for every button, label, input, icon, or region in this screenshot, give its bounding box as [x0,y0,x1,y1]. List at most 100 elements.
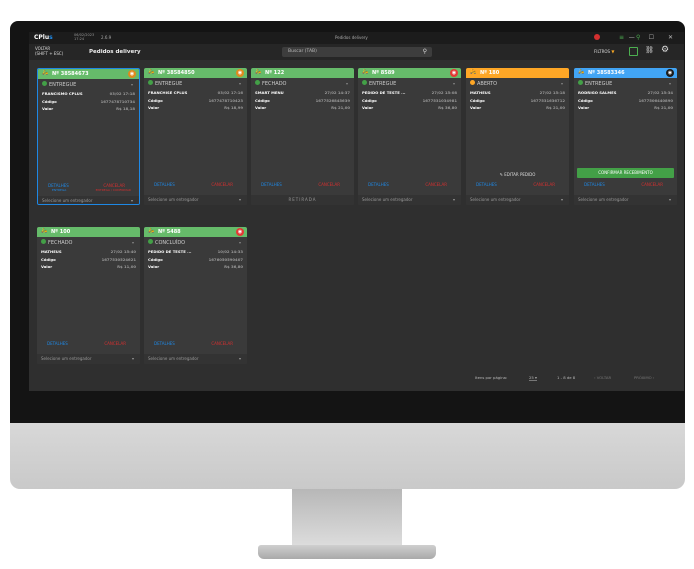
cancel-button[interactable]: CANCELAR [425,182,447,187]
deliverer-select[interactable]: RETIRADA [251,195,354,205]
details-button[interactable]: DETALHES [476,182,497,187]
customer-row: SMART MENU 27/02 14:37 [255,90,350,95]
order-card[interactable]: 🛵 Nº 38583346 ◉ ENTREGUE ▾ RODRIGO SALMES 27/0… [574,68,677,205]
status-label: CONCLUÍDO [155,240,186,246]
chevron-down-icon: ▾ [238,356,241,361]
order-status[interactable]: CONCLUÍDO [148,239,186,246]
cancel-button[interactable]: CANCELAR [318,182,340,187]
status-label: ENTREGUE [49,82,77,88]
per-page-select[interactable]: 25 ▾ [529,375,537,381]
status-icon[interactable]: ≡ [619,34,624,41]
delivery-icon: 🛵 [362,69,369,75]
value-row: Valor R$ 36,80 [148,264,243,269]
order-time: 27/02 15:18 [539,90,565,95]
details-button[interactable]: DETALHES [368,182,389,187]
value-row: Valor R$ 18,99 [148,105,243,110]
edit-order-button[interactable]: ✎ EDITAR PEDIDO [466,172,569,177]
chevron-down-icon[interactable]: ▾ [346,81,348,86]
code-label: Código [42,99,57,104]
filters-button[interactable]: FILTROS ▼ [594,49,614,54]
customer-name: FRANCHISE CPLUS [148,90,188,95]
chevron-down-icon[interactable]: ▾ [239,240,241,245]
deliverer-label: Selecione um entregador [578,197,629,202]
details-button[interactable]: DETALHES [261,182,282,187]
per-page-value: 25 [529,375,534,380]
order-status[interactable]: ENTREGUE [148,80,182,87]
order-card[interactable]: 🛵 Nº 8589 ◉ ENTREGUE ▾ PEDIDO DE TESTE ... 27/… [358,68,461,205]
details-button[interactable]: DETALHES [47,341,68,346]
value-amount: R$ 18,99 [224,105,243,110]
order-status[interactable]: ABERTO [470,80,497,87]
platform-icon: ◉ [236,69,244,77]
deliverer-select[interactable]: Selecione um entregador ▾ [358,195,461,205]
code-value: 1677506440890 [638,98,673,103]
customer-name: PEDIDO DE TESTE ... [148,249,192,254]
cancel-button[interactable]: CANCELAR [641,182,663,187]
window-controls[interactable]: — ☐ ✕ [629,34,679,41]
deliverer-select[interactable]: Selecione um entregador ▾ [466,195,569,205]
deliverer-select[interactable]: Selecione um entregador ▾ [38,196,139,204]
next-page-button[interactable]: PRÓXIMO › [634,375,654,380]
search-input[interactable]: Buscar (TAB) ⚲ [282,47,432,57]
datetime: 06/02/2023 17:24 [74,33,94,41]
version-text: 2.6.9 [101,35,112,40]
order-card[interactable]: 🛵 Nº 38584673 ◉ ENTREGUE ▾ FRANCISMO CPLUS 03/… [37,68,140,205]
customer-row: PEDIDO DE TESTE ... 27/02 15:08 [362,90,457,95]
order-card[interactable]: 🛵 Nº 5488 ◉ CONCLUÍDO ▾ PEDIDO DE TESTE ... 10… [144,227,247,364]
deliverer-select[interactable]: Selecione um entregador ▾ [144,354,247,364]
back-button[interactable]: VOLTAR (SHIFT + ESC) [35,46,63,56]
chevron-down-icon[interactable]: ▾ [453,81,455,86]
value-amount: R$ 18,18 [116,106,135,111]
chevron-down-icon[interactable]: ▾ [132,240,134,245]
deliverer-select[interactable]: Selecione um entregador ▾ [37,354,140,364]
order-card[interactable]: 🛵 Nº 38584850 ◉ ENTREGUE ▾ FRANCHISE CPLUS 03/… [144,68,247,205]
order-card[interactable]: 🛵 Nº 180 ABERTO ▾ MATHEUS 27/02 15:18 Código 16… [466,68,569,205]
cancel-button[interactable]: CANCELAR [533,182,555,187]
code-row: Código 1677531636712 [470,98,565,103]
prev-page-button[interactable]: ‹ VOLTAR [594,375,611,380]
value-amount: R$ 11,00 [117,264,136,269]
order-status[interactable]: FECHADO [41,239,73,246]
cancel-button[interactable]: CANCELAR [211,341,233,346]
deliverer-label: Selecione um entregador [362,197,413,202]
notification-icon[interactable] [594,34,600,40]
delivery-icon: 🛵 [41,228,48,234]
delivery-icon: 🛵 [578,69,585,75]
calendar-icon[interactable] [629,47,638,56]
logo-text: CPlu [34,34,50,41]
deliverer-label: Selecione um entregador [148,197,199,202]
order-card[interactable]: 🛵 Nº 122 FECHADO ▾ SMART MENU 27/02 14:37 Códi… [251,68,354,205]
details-button[interactable]: DETALHES [154,182,175,187]
order-time: 27/02 15:34 [647,90,673,95]
window-title: Pedidos delivery [335,35,368,40]
order-status[interactable]: ENTREGUE [578,80,612,87]
value-row: Valor R$ 21,00 [578,105,673,110]
chevron-down-icon[interactable]: ▾ [239,81,241,86]
order-card[interactable]: 🛵 Nº 100 FECHADO ▾ MATHEUS 27/02 15:40 Código 1… [37,227,140,364]
platform-icon: ◉ [666,69,674,77]
chevron-down-icon[interactable]: ▾ [669,81,671,86]
order-status[interactable]: FECHADO [255,80,287,87]
code-label: Código [148,98,163,103]
details-button[interactable]: DETALHES [584,182,605,187]
cancel-button[interactable]: CANCELAR [104,341,126,346]
chevron-down-icon[interactable]: ▾ [131,82,133,87]
card-actions: DETALHES CANCELAR [251,182,354,190]
order-status[interactable]: ENTREGUE [362,80,396,87]
value-label: Valor [42,106,54,111]
search-icon[interactable]: ⚲ [423,48,427,55]
page-title: Pedidos delivery [89,49,141,55]
order-status[interactable]: ENTREGUE [42,81,77,88]
delivery-icon: 🛵 [42,70,49,76]
customer-row: FRANCHISE CPLUS 03/02 17:16 [148,90,243,95]
value-row: Valor R$ 11,00 [41,264,136,269]
card-header: 🛵 Nº 122 [251,68,354,78]
details-button[interactable]: DETALHES [154,341,175,346]
confirm-receipt-button[interactable]: CONFIRMAR RECEBIMENTO [577,168,674,178]
deliverer-select[interactable]: Selecione um entregador ▾ [144,195,247,205]
deliverer-select[interactable]: Selecione um entregador ▾ [574,195,677,205]
chevron-down-icon[interactable]: ▾ [561,81,563,86]
gear-icon[interactable]: ⚙ [661,45,670,55]
cancel-button[interactable]: CANCELAR [211,182,233,187]
network-icon[interactable]: ⛓ [645,46,654,55]
